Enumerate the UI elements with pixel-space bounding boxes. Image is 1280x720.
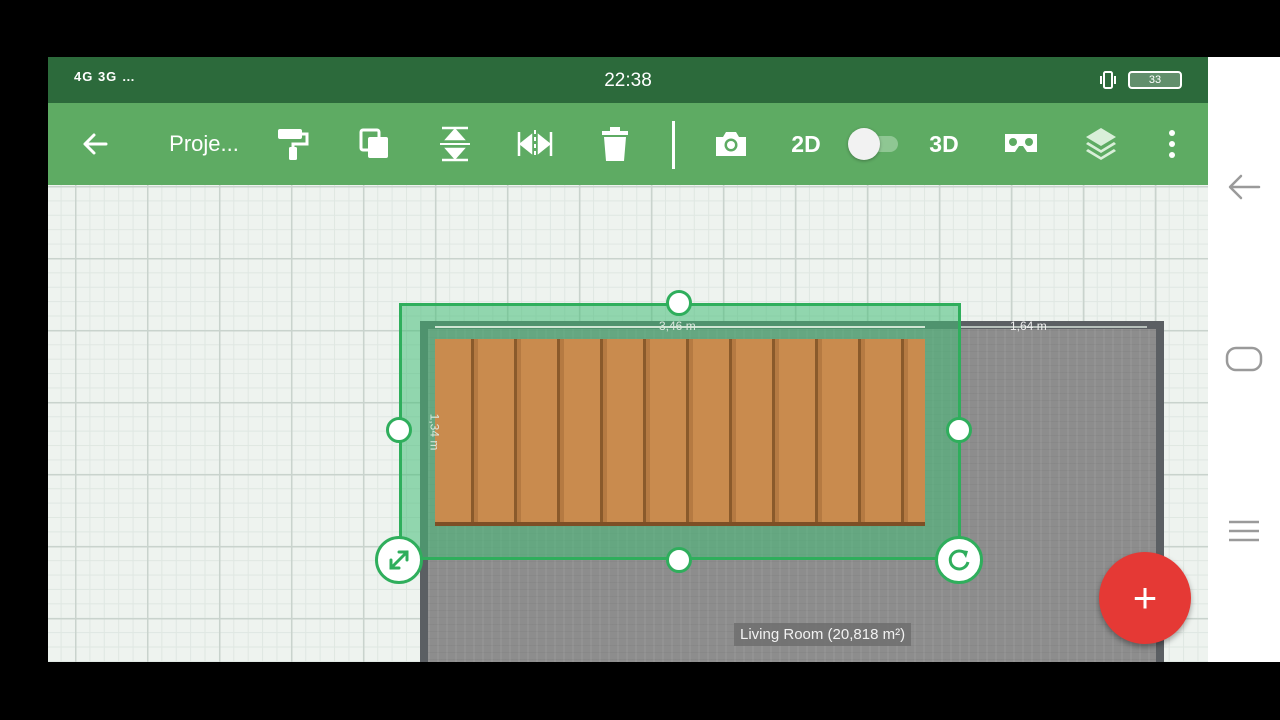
scale-handle[interactable] [375,536,423,584]
furniture-item[interactable] [435,339,925,522]
nav-back-button[interactable] [1208,157,1280,217]
mode-2d-label[interactable]: 2D [786,103,826,185]
bottom-resize-handle[interactable] [666,547,692,573]
nav-menu-icon [1229,520,1259,542]
toggle-track [848,128,898,160]
vr-button[interactable] [998,103,1044,185]
system-nav-bar [1208,57,1280,662]
layers-button[interactable] [1080,103,1122,185]
layers-icon [1086,128,1116,160]
vr-headset-icon [1005,134,1037,152]
trash-icon [602,127,628,161]
camera-button[interactable] [710,103,752,185]
right-dimension-label: 1,64 m [1010,319,1047,333]
toggle-knob [848,128,880,160]
nav-home-icon [1225,346,1263,372]
copy-icon [359,128,388,158]
vibrate-icon [1100,71,1116,89]
battery-indicator: 33 [1128,71,1182,89]
app-screen: 4G 3G … 22:38 33 Proje... 2D 3D Living R… [48,57,1280,662]
mode-toggle[interactable] [848,103,904,185]
room-label[interactable]: Living Room (20,818 m²) [734,623,912,646]
nav-back-icon [1228,174,1261,200]
nav-menu-button[interactable] [1208,501,1280,561]
mode-3d-label[interactable]: 3D [924,103,964,185]
paint-button[interactable] [272,103,314,185]
right-resize-handle[interactable] [946,417,972,443]
floor-plan-canvas[interactable]: Living Room (20,818 m²) 1,64 m 3,46 m 1,… [48,185,1208,662]
copy-button[interactable] [354,103,396,185]
more-button[interactable] [1160,103,1184,185]
nav-home-button[interactable] [1208,329,1280,389]
flip-vertical-button[interactable] [434,103,476,185]
status-time: 22:38 [604,70,652,91]
flip-horizontal-button[interactable] [514,103,556,185]
project-title[interactable]: Proje... [166,103,242,185]
height-dimension-label: 1,34 m [427,413,442,451]
right-dimension-line [961,326,1147,328]
status-right: 33 [1098,70,1182,90]
delete-button[interactable] [594,103,636,185]
top-resize-handle[interactable] [666,290,692,316]
flip-vertical-icon [440,126,470,162]
toolbar: Proje... 2D 3D [48,103,1208,185]
status-bar: 4G 3G … 22:38 33 [48,57,1208,103]
width-dimension-label: 3,46 m [659,319,696,333]
back-button[interactable] [74,103,116,185]
more-vert-icon [1169,130,1175,158]
left-resize-handle[interactable] [386,417,412,443]
toolbar-divider [672,121,675,169]
camera-icon [716,132,746,156]
add-fab-button[interactable]: + [1099,552,1191,644]
flip-horizontal-icon [517,130,553,158]
expand-diagonal-icon [389,550,409,570]
paint-roller-icon [278,129,309,160]
rotate-handle[interactable] [935,536,983,584]
arrow-left-icon [83,133,108,155]
rotate-icon [948,549,970,571]
